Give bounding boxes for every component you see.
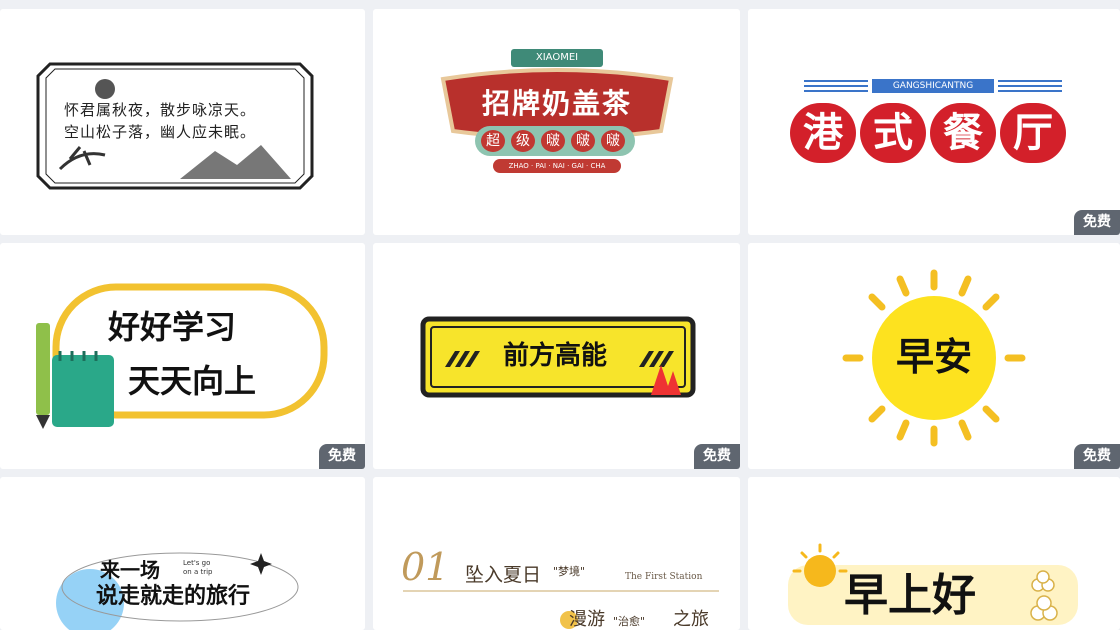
title-char: 式 [860,103,926,163]
sub-char: 超 [481,130,505,152]
morning-title: 早安 [895,335,972,379]
travel-en-1: Let's go [183,559,211,567]
title-char: 餐 [930,103,996,163]
travel-en-2: on a trip [183,568,213,576]
free-badge: 免费 [319,444,365,469]
good-morning-title: 早上好 [844,570,976,621]
travel-line-1: 来一场 [100,558,160,582]
warning-title: 前方高能 [502,341,607,371]
summer-line-2a: 漫游 [569,609,605,630]
title-chars: 港 式 餐 厅 [790,103,1066,163]
pinyin-text: ZHAO · PAI · NAI · GAI · CHA [508,162,606,170]
template-card-8[interactable]: 01 坠入夏日 "梦境" The First Station 漫游 "治愈" 之… [373,477,740,630]
moon-icon [95,79,115,99]
summer-en: The First Station [625,572,703,582]
pencil-icon [36,323,50,415]
study-line-2: 天天向上 [128,362,257,400]
free-badge: 免费 [1074,210,1120,235]
summer-title: 坠入夏日 [465,564,542,586]
pine-icon [58,146,106,171]
poem-line-2: 空山松子落，幽人应未眠。 [64,123,257,141]
sparkle-icon [250,553,272,575]
template-card-5[interactable]: 前方高能 免费 [373,243,740,469]
sub-char: 级 [511,130,535,152]
title-char: 厅 [1000,103,1066,163]
travel-line-2: 说走就走的旅行 [96,584,251,609]
template-card-7[interactable]: 来一场 Let's go on a trip 说走就走的旅行 [0,477,365,630]
sun-icon [804,555,836,587]
summer-number: 01 [401,545,450,589]
summer-line-2b: 之旅 [673,609,709,630]
mountain-icon [180,145,291,179]
top-ribbon-text: XIAOMEI [535,52,579,63]
free-badge: 免费 [694,444,740,469]
template-card-4[interactable]: 好好学习 天天向上 免费 [0,243,365,469]
study-line-1: 好好学习 [108,308,237,346]
sub-char: 啵 [541,130,565,152]
template-card-9[interactable]: 早上好 [748,477,1120,630]
template-card-3[interactable]: GANGSHICANTNG 港 式 餐 厅 免费 [748,9,1120,235]
subtitle-chars: 超 级 啵 啵 啵 [481,130,625,152]
milk-tea-sign-graphic [440,49,674,173]
sub-char: 啵 [571,130,595,152]
template-card-1[interactable]: 怀君属秋夜，散步咏凉天。 空山松子落，幽人应未眠。 [0,9,365,235]
free-badge: 免费 [1074,444,1120,469]
card-title: 招牌奶盖茶 [481,87,632,120]
notebook-icon [52,355,114,427]
poem-line-1: 怀君属秋夜，散步咏凉天。 [64,101,257,119]
template-card-6[interactable]: 早安 免费 [748,243,1120,469]
summer-quote-1: "梦境" [553,565,586,578]
top-label: GANGSHICANTNG [892,81,974,91]
study-graphic [36,283,328,429]
template-card-2[interactable]: XIAOMEI 招牌奶盖茶 超 级 啵 啵 啵 ZHAO · PAI · NAI… [373,9,740,235]
sub-char: 啵 [601,130,625,152]
summer-quote-2: "治愈" [613,615,646,628]
title-char: 港 [790,103,856,163]
